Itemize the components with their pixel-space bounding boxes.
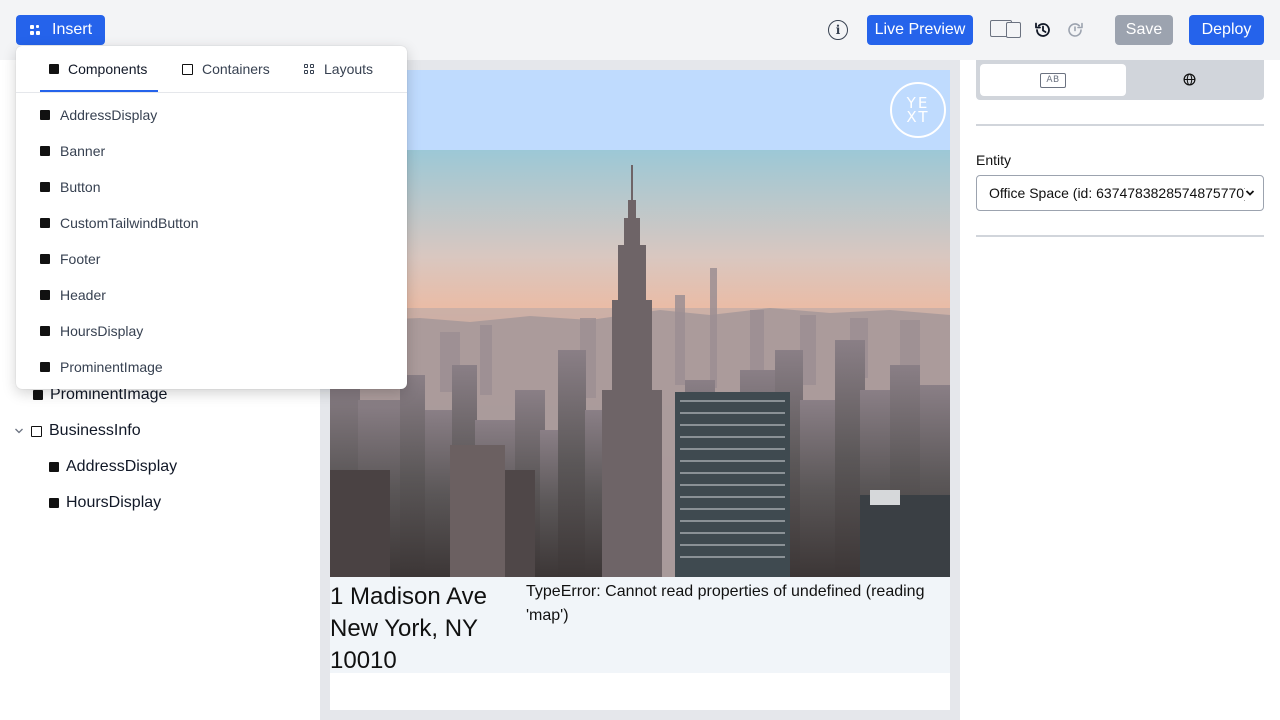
deploy-button[interactable]: Deploy xyxy=(1189,15,1264,45)
business-info[interactable]: 1 Madison Ave New York, NY 10010 TypeErr… xyxy=(330,577,950,674)
component-icon xyxy=(40,290,50,300)
address-line1: 1 Madison Ave xyxy=(330,583,487,610)
outline-item-label: BusinessInfo xyxy=(49,422,141,439)
container-icon xyxy=(31,425,42,437)
component-icon xyxy=(49,498,59,508)
outline-item-businessinfo[interactable]: BusinessInfo xyxy=(14,422,141,440)
insert-menu: Components Containers Layouts AddressDis… xyxy=(16,46,407,389)
component-icon xyxy=(40,182,50,192)
yext-logo: YE XT xyxy=(890,82,946,138)
menu-item-label: AddressDisplay xyxy=(60,107,158,123)
globe-icon[interactable] xyxy=(1183,73,1196,86)
layout-grid-icon xyxy=(304,63,315,75)
tab-containers[interactable]: Containers xyxy=(182,61,270,77)
address-line3: 10010 xyxy=(330,647,397,674)
divider xyxy=(976,235,1264,237)
menu-item-label: Button xyxy=(60,179,101,195)
tab-label: Layouts xyxy=(324,61,374,77)
component-icon xyxy=(40,218,50,228)
menu-item-addressdisplay[interactable]: AddressDisplay xyxy=(40,107,157,123)
menu-item-button[interactable]: Button xyxy=(40,179,100,195)
tab-label: Components xyxy=(68,61,148,77)
device-preview-icon[interactable] xyxy=(990,20,1021,38)
menu-item-label: CustomTailwindButton xyxy=(60,215,199,231)
history-undo-icon[interactable] xyxy=(1033,20,1053,40)
container-icon xyxy=(182,63,193,75)
address-line2: New York, NY xyxy=(330,615,479,642)
preview-page[interactable]: YE XT 1 Madison Ave New York, NY 10010 T… xyxy=(330,70,950,710)
banner[interactable]: YE XT xyxy=(330,70,950,150)
component-icon xyxy=(33,390,43,400)
component-icon xyxy=(40,362,50,372)
info-icon[interactable]: i xyxy=(828,20,848,40)
entity-label: Entity xyxy=(976,152,1012,168)
hours-display-error: TypeError: Cannot read properties of und… xyxy=(526,583,925,624)
menu-item-label: Header xyxy=(60,287,106,303)
component-icon xyxy=(49,64,59,74)
address-display[interactable]: 1 Madison Ave New York, NY 10010 xyxy=(330,581,510,677)
active-tab-indicator xyxy=(40,90,158,92)
tab-components[interactable]: Components xyxy=(49,61,147,77)
text-ab-icon: AB xyxy=(1040,72,1066,88)
divider xyxy=(976,124,1264,126)
menu-item-header[interactable]: Header xyxy=(40,287,106,303)
outline-item-hoursdisplay[interactable]: HoursDisplay xyxy=(49,494,161,512)
entity-select[interactable]: Office Space (id: 6374783828574875770) xyxy=(976,175,1264,211)
menu-item-label: ProminentImage xyxy=(60,359,163,375)
menu-item-prominentimage[interactable]: ProminentImage xyxy=(40,359,163,375)
outline-item-addressdisplay[interactable]: AddressDisplay xyxy=(49,458,177,476)
menu-item-label: Banner xyxy=(60,143,106,159)
insert-menu-tabs: Components Containers Layouts xyxy=(16,46,407,93)
menu-item-label: Footer xyxy=(60,251,101,267)
prominent-image[interactable] xyxy=(330,150,950,577)
static-text-mode-button[interactable]: AB xyxy=(980,64,1126,96)
menu-item-hoursdisplay[interactable]: HoursDisplay xyxy=(40,323,143,339)
component-icon xyxy=(49,462,59,472)
component-icon xyxy=(40,326,50,336)
outline-item-label: AddressDisplay xyxy=(66,458,178,475)
redo-icon[interactable] xyxy=(1065,20,1085,40)
component-icon xyxy=(40,146,50,156)
component-icon xyxy=(40,254,50,264)
menu-item-banner[interactable]: Banner xyxy=(40,143,105,159)
outline-item-label: HoursDisplay xyxy=(66,494,162,511)
insert-button[interactable]: Insert xyxy=(16,15,105,45)
insert-button-label: Insert xyxy=(52,21,93,38)
insert-grid-icon xyxy=(30,25,40,35)
save-button[interactable]: Save xyxy=(1115,15,1173,45)
menu-item-label: HoursDisplay xyxy=(60,323,144,339)
chevron-down-icon[interactable] xyxy=(14,426,24,436)
tab-layouts[interactable]: Layouts xyxy=(304,61,373,77)
chevron-down-icon xyxy=(1245,190,1255,196)
menu-item-footer[interactable]: Footer xyxy=(40,251,100,267)
live-preview-button[interactable]: Live Preview xyxy=(867,15,973,45)
menu-item-customtailwindbutton[interactable]: CustomTailwindButton xyxy=(40,215,199,231)
entity-select-value: Office Space (id: 6374783828574875770) xyxy=(989,185,1245,201)
tab-label: Containers xyxy=(202,61,270,77)
component-icon xyxy=(40,110,50,120)
